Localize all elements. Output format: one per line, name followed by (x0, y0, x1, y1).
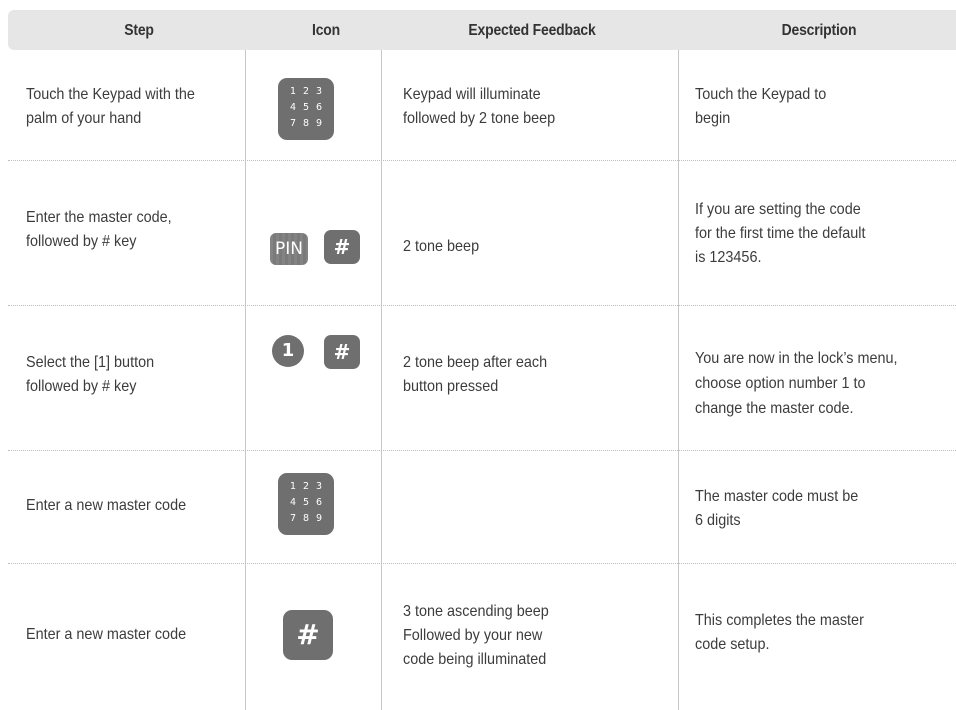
feedback-text: 3 tone ascending beep Followed by your n… (403, 603, 549, 668)
header-description: Description (781, 22, 857, 39)
description-text: Touch the Keypad to begin (695, 86, 827, 127)
feedback-text: 2 tone beep after each button pressed (403, 354, 548, 395)
step-text: Enter a new master code (26, 497, 187, 514)
step-text: Touch the Keypad with the palm of your h… (26, 86, 195, 127)
hash-icon: # (324, 230, 360, 264)
pin-icon: PIN (270, 233, 308, 265)
table-header: Step Icon Expected Feedback Description (8, 10, 956, 50)
header-step: Step (124, 22, 154, 39)
step-text: Enter the master code, followed by # key (26, 209, 172, 250)
feedback-text: Keypad will illuminate followed by 2 ton… (403, 86, 556, 127)
hash-icon: # (324, 335, 360, 369)
table-row: Touch the Keypad with the palm of your h… (8, 50, 956, 160)
keypad-icon: 1 2 3 4 5 6 7 8 9 (278, 78, 334, 140)
table-row: Enter a new master code # 3 tone ascendi… (8, 563, 956, 710)
keypad-icon: 1 2 3 4 5 6 7 8 9 (278, 473, 334, 535)
description-text: The master code must be 6 digits (695, 488, 859, 529)
description-text: This completes the master code setup. (695, 612, 864, 653)
table-row: Enter the master code, followed by # key… (8, 160, 956, 305)
feedback-text: 2 tone beep (403, 238, 480, 255)
table-row: Enter a new master code 1 2 3 4 5 6 7 8 … (8, 450, 956, 563)
description-text: You are now in the lock’s menu, choose o… (695, 350, 898, 417)
step-text: Select the [1] button followed by # key (26, 354, 155, 395)
description-text: If you are setting the code for the firs… (695, 201, 866, 266)
number-one-icon: 1 (272, 335, 304, 367)
instruction-table: Step Icon Expected Feedback Description … (8, 10, 956, 710)
step-text: Enter a new master code (26, 626, 187, 643)
hash-icon: # (283, 610, 333, 660)
table-row: Select the [1] button followed by # key … (8, 305, 956, 450)
header-expected-feedback: Expected Feedback (468, 22, 596, 39)
header-icon: Icon (312, 22, 340, 39)
